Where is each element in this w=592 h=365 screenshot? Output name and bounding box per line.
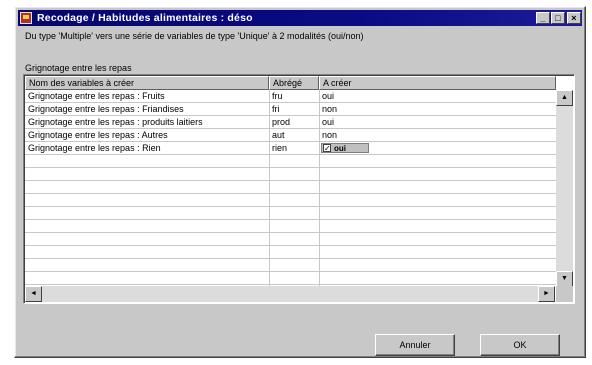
cancel-button[interactable]: Annuler xyxy=(375,334,455,356)
empty-row xyxy=(25,233,556,246)
window-title: Recodage / Habitudes alimentaires : déso xyxy=(37,12,253,24)
description-text: Du type 'Multiple' vers une série de var… xyxy=(25,31,364,41)
column-header-abbr[interactable]: Abrégé xyxy=(269,76,319,90)
empty-row xyxy=(25,246,556,259)
checkbox[interactable]: ✓ xyxy=(323,144,331,153)
title-bar[interactable]: Recodage / Habitudes alimentaires : déso… xyxy=(18,10,582,26)
cell-name[interactable]: Grignotage entre les repas : Autres xyxy=(25,129,269,141)
scrollbar-corner xyxy=(556,286,573,302)
scroll-down-button[interactable]: ▼ xyxy=(556,271,573,287)
table-row[interactable]: Grignotage entre les repas : Fruits fru … xyxy=(25,90,556,103)
cell-create-editor[interactable]: ✓ oui xyxy=(319,142,555,154)
vertical-scrollbar[interactable]: ▲ ▼ xyxy=(556,90,573,287)
close-button[interactable]: × xyxy=(567,12,581,24)
horizontal-scrollbar[interactable]: ◄ ► xyxy=(25,286,555,302)
minimize-button[interactable]: _ xyxy=(536,12,550,24)
variables-grid[interactable]: Nom des variables à créer Abrégé A créer… xyxy=(23,74,575,304)
cell-abbr[interactable]: prod xyxy=(269,116,319,128)
empty-row xyxy=(25,181,556,194)
cell-name[interactable]: Grignotage entre les repas : Friandises xyxy=(25,103,269,115)
cell-abbr[interactable]: fri xyxy=(269,103,319,115)
column-header-create[interactable]: A créer xyxy=(319,76,556,90)
empty-row xyxy=(25,155,556,168)
scroll-left-button[interactable]: ◄ xyxy=(25,286,42,302)
empty-row xyxy=(25,259,556,272)
cell-name[interactable]: Grignotage entre les repas : Rien xyxy=(25,142,269,154)
cell-create[interactable]: oui xyxy=(319,90,555,102)
empty-row xyxy=(25,220,556,233)
cell-create[interactable]: non xyxy=(319,129,555,141)
scroll-up-button[interactable]: ▲ xyxy=(556,90,573,106)
empty-row xyxy=(25,272,556,285)
cell-name[interactable]: Grignotage entre les repas : Fruits xyxy=(25,90,269,102)
maximize-button[interactable]: □ xyxy=(551,12,565,24)
checkbox-value: oui xyxy=(334,144,346,153)
dialog-window: Recodage / Habitudes alimentaires : déso… xyxy=(14,6,586,358)
ok-button[interactable]: OK xyxy=(480,334,560,356)
table-row[interactable]: Grignotage entre les repas : Autres aut … xyxy=(25,129,556,142)
cell-abbr[interactable]: rien xyxy=(269,142,319,154)
empty-row xyxy=(25,207,556,220)
table-row[interactable]: Grignotage entre les repas : Rien rien ✓… xyxy=(25,142,556,155)
cell-create[interactable]: oui xyxy=(319,116,555,128)
cell-name[interactable]: Grignotage entre les repas : produits la… xyxy=(25,116,269,128)
table-row[interactable]: Grignotage entre les repas : produits la… xyxy=(25,116,556,129)
cell-create[interactable]: non xyxy=(319,103,555,115)
group-label: Grignotage entre les repas xyxy=(25,63,132,73)
cell-abbr[interactable]: aut xyxy=(269,129,319,141)
empty-row xyxy=(25,194,556,207)
app-icon xyxy=(20,12,32,24)
cell-abbr[interactable]: fru xyxy=(269,90,319,102)
create-checkbox-editor[interactable]: ✓ oui xyxy=(321,143,369,153)
scroll-right-button[interactable]: ► xyxy=(538,286,555,302)
column-header-name[interactable]: Nom des variables à créer xyxy=(25,76,269,90)
table-row[interactable]: Grignotage entre les repas : Friandises … xyxy=(25,103,556,116)
empty-row xyxy=(25,168,556,181)
